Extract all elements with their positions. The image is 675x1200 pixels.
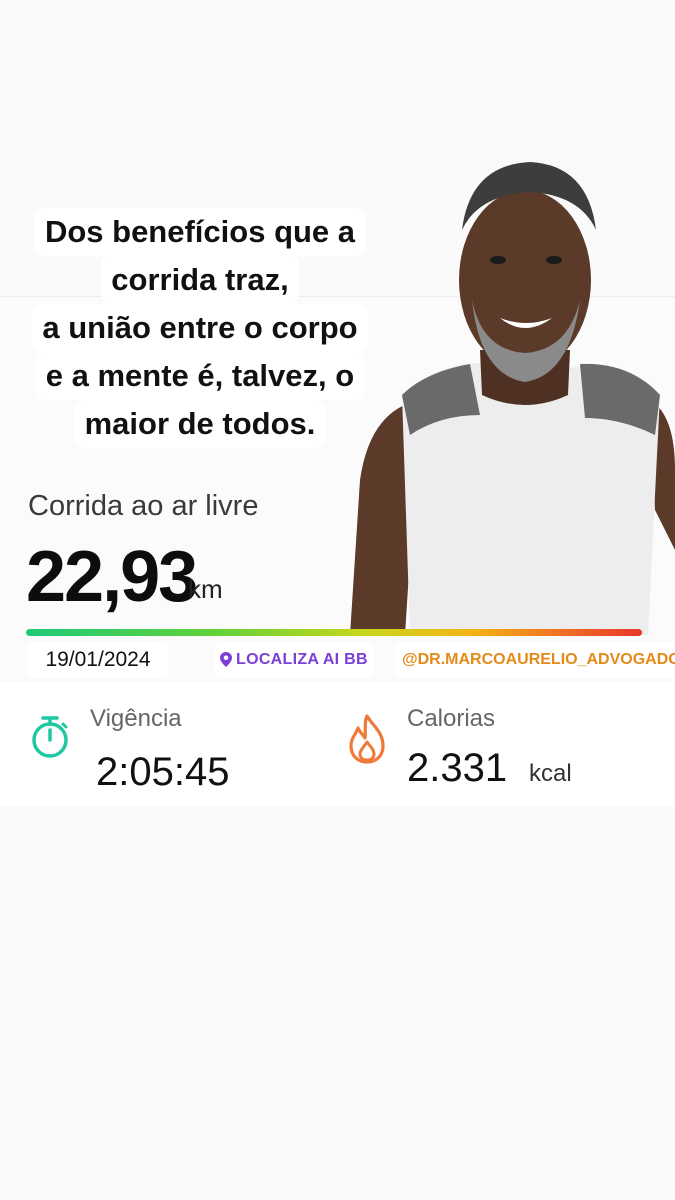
caption-line-4: e a mente é, talvez, o: [35, 352, 365, 400]
motivational-caption: Dos benefícios que a corrida traz, a uni…: [0, 208, 400, 448]
calories-unit: kcal: [529, 760, 572, 787]
pin-icon: [220, 652, 232, 668]
caption-line-1: Dos benefícios que a: [34, 208, 366, 256]
calories-value: 2.331: [407, 746, 508, 790]
distance-unit: km: [188, 574, 223, 604]
caption-line-2: corrida traz,: [101, 256, 299, 304]
location-text: LOCALIZA AI BB: [236, 651, 368, 668]
flame-icon: [349, 714, 385, 764]
calories-label: Calorias: [407, 705, 496, 732]
date-tag: 19/01/2024: [28, 642, 168, 678]
stopwatch-icon: [32, 716, 68, 758]
duration-label: Vigência: [90, 705, 182, 732]
location-tag[interactable]: LOCALIZA AI BB: [214, 642, 374, 678]
handle-tag[interactable]: @DR.MARCOAURELIO_ADVOGADO: [396, 642, 675, 678]
duration-value: 2:05:45: [88, 748, 238, 797]
caption-line-3: a união entre o corpo: [32, 304, 368, 352]
intensity-gradient-bar: [26, 629, 642, 636]
caption-line-5: maior de todos.: [74, 400, 326, 448]
story-canvas: Dos benefícios que a corrida traz, a uni…: [0, 0, 675, 1200]
activity-type-label: Corrida ao ar livre: [28, 490, 259, 522]
distance-value: 22,93: [26, 537, 198, 617]
